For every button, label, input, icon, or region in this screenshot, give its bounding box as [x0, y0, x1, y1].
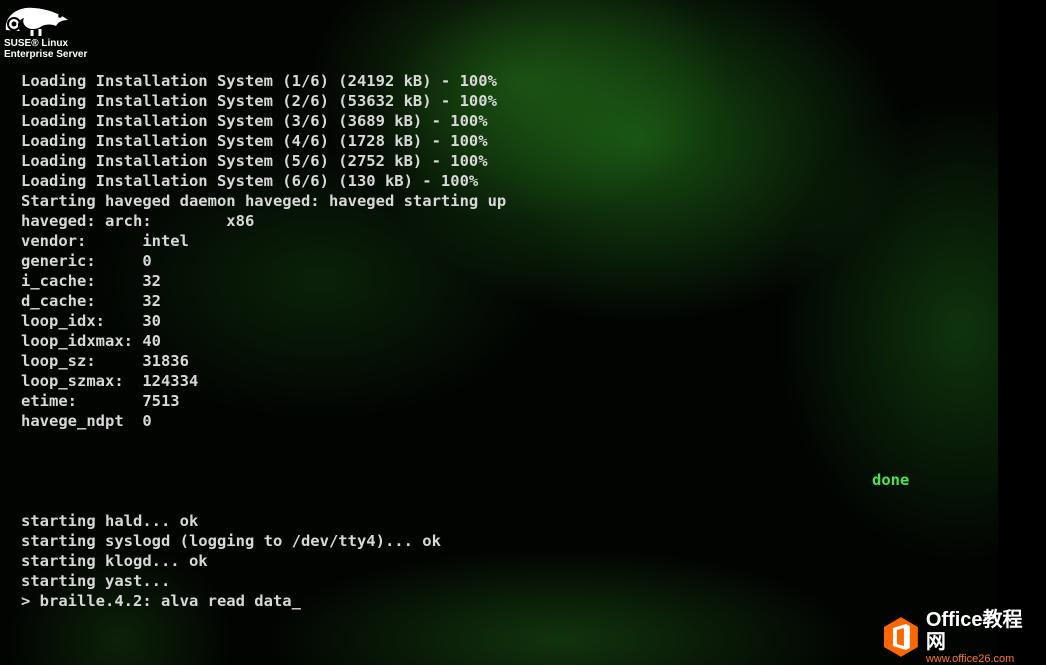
- console-line: loop_szmax: 124334: [21, 372, 199, 390]
- console-line: i_cache: 32: [21, 272, 161, 290]
- console-line: starting hald... ok: [21, 512, 199, 530]
- console-line: generic: 0: [21, 252, 152, 270]
- console-line: starting klogd... ok: [21, 552, 208, 570]
- screen-edge: [998, 0, 1046, 665]
- console-spacer: [21, 491, 506, 511]
- console-line: Starting haveged daemon haveged: haveged…: [21, 192, 507, 210]
- console-line: etime: 7513: [21, 392, 180, 410]
- watermark-text: Office教程网 www.office26.com: [926, 609, 1042, 665]
- boot-screen: SUSE® Linux Enterprise Server Loading In…: [0, 0, 1046, 665]
- brand-line1: SUSE® Linux: [4, 38, 69, 49]
- console-line: starting yast...: [21, 572, 171, 590]
- console-line: loop_idxmax: 40: [21, 332, 161, 350]
- console-line: loop_idx: 30: [21, 312, 161, 330]
- console-spacer: [21, 471, 506, 491]
- console-line: Loading Installation System (2/6) (53632…: [21, 92, 497, 110]
- brand-text: SUSE® Linux Enterprise Server: [4, 38, 87, 60]
- console-line: Loading Installation System (6/6) (130 k…: [21, 172, 479, 190]
- console-spacer: [21, 431, 506, 451]
- console-line: d_cache: 32: [21, 292, 161, 310]
- brand-line2: Enterprise Server: [4, 49, 88, 60]
- watermark-url: www.office26.com: [925, 652, 1015, 665]
- console-line: loop_sz: 31836: [21, 352, 189, 370]
- console-line: vendor: intel: [21, 232, 189, 250]
- console-prompt: > braille.4.2: alva read data_: [21, 592, 301, 610]
- console-line: Loading Installation System (1/6) (24192…: [21, 72, 497, 90]
- watermark-title: Office教程网: [925, 608, 1023, 653]
- console-line: haveged: arch: x86: [21, 212, 255, 230]
- console-line: Loading Installation System (3/6) (3689 …: [21, 112, 488, 130]
- console-spacer: [21, 451, 506, 471]
- console-output: Loading Installation System (1/6) (24192…: [21, 71, 506, 611]
- office-logo-icon: [883, 617, 918, 657]
- console-line: havege_ndpt 0: [21, 412, 152, 430]
- suse-chameleon-icon: [5, 7, 69, 36]
- status-done: done: [872, 471, 910, 489]
- console-line: Loading Installation System (5/6) (2752 …: [21, 152, 488, 170]
- console-line: Loading Installation System (4/6) (1728 …: [21, 132, 488, 150]
- watermark: Office教程网 www.office26.com: [882, 609, 1042, 665]
- console-line: starting syslogd (logging to /dev/tty4).…: [21, 532, 441, 550]
